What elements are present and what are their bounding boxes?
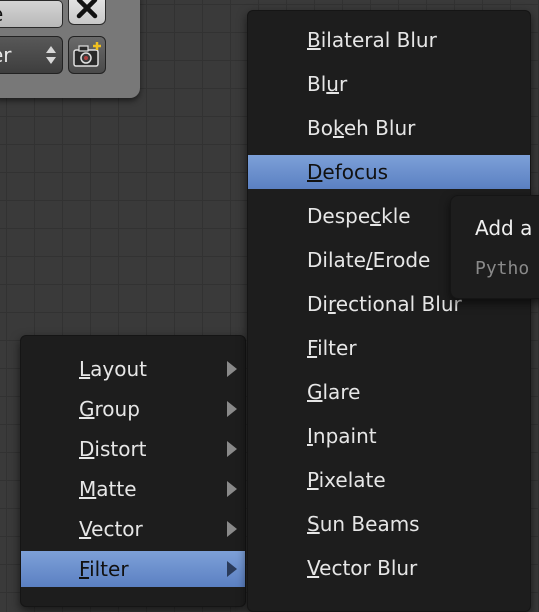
submenu-arrow-icon	[227, 521, 237, 537]
menu-item-matte[interactable]: Matte	[21, 471, 245, 507]
node-name-field[interactable]: e	[0, 0, 63, 28]
menu-item-label: Filter	[307, 336, 357, 360]
camera-add-icon	[73, 42, 101, 67]
camera-add-button[interactable]	[68, 36, 106, 74]
menu-item-label: Layout	[79, 357, 148, 381]
menu-item-label: Directional Blur	[307, 292, 462, 316]
menu-item-label: Inpaint	[307, 424, 377, 448]
menu-item-blur[interactable]: Blur	[248, 67, 530, 101]
menu-item-filter[interactable]: Filter	[248, 331, 530, 365]
menu-item-label: Defocus	[307, 160, 389, 184]
submenu-arrow-icon	[227, 481, 237, 497]
menu-item-label: Blur	[307, 72, 348, 96]
menu-item-sun-beams[interactable]: Sun Beams	[248, 507, 530, 541]
tooltip-python: Pytho	[475, 258, 530, 279]
submenu-arrow-icon	[227, 441, 237, 457]
menu-item-defocus[interactable]: Defocus	[248, 155, 530, 189]
tooltip-title: Add a	[475, 216, 533, 240]
add-category-menu: Layout Group Distort Matte Vector Filter	[20, 335, 246, 607]
menu-item-label: Dilate/Erode	[307, 248, 431, 272]
submenu-arrow-icon	[227, 561, 237, 577]
menu-item-pixelate[interactable]: Pixelate	[248, 463, 530, 497]
menu-item-label: Distort	[79, 437, 147, 461]
menu-item-label: Bokeh Blur	[307, 116, 416, 140]
menu-item-label: Vector Blur	[307, 556, 418, 580]
menu-item-label: Matte	[79, 477, 137, 501]
menu-item-layout[interactable]: Layout	[21, 351, 245, 387]
filter-submenu: Bilateral Blur Blur Bokeh Blur Defocus Despe…	[247, 10, 531, 612]
menu-item-label: Filter	[79, 557, 129, 581]
menu-item-label: Vector	[79, 517, 143, 541]
close-button[interactable]	[68, 0, 106, 25]
menu-item-label: Pixelate	[307, 468, 386, 492]
menu-item-vector[interactable]: Vector	[21, 511, 245, 547]
menu-item-label: Group	[79, 397, 140, 421]
node-panel: e er	[0, 0, 140, 98]
menu-item-filter[interactable]: Filter	[21, 551, 245, 587]
menu-item-inpaint[interactable]: Inpaint	[248, 419, 530, 453]
submenu-arrow-icon	[227, 401, 237, 417]
menu-item-group[interactable]: Group	[21, 391, 245, 427]
menu-item-bilateral-blur[interactable]: Bilateral Blur	[248, 23, 530, 57]
menu-item-label: Glare	[307, 380, 361, 404]
menu-item-label: Sun Beams	[307, 512, 420, 536]
menu-item-vector-blur[interactable]: Vector Blur	[248, 551, 530, 585]
submenu-arrow-icon	[227, 361, 237, 377]
scene-select-value: er	[0, 43, 12, 67]
scene-select[interactable]: er	[0, 36, 63, 74]
menu-item-label: Bilateral Blur	[307, 28, 437, 52]
menu-item-glare[interactable]: Glare	[248, 375, 530, 409]
menu-item-label: Despeckle	[307, 204, 411, 228]
menu-item-bokeh-blur[interactable]: Bokeh Blur	[248, 111, 530, 145]
menu-item-distort[interactable]: Distort	[21, 431, 245, 467]
up-down-arrows-icon	[46, 46, 56, 64]
tooltip: Add a Pytho	[450, 195, 539, 299]
close-x-icon	[76, 0, 98, 18]
